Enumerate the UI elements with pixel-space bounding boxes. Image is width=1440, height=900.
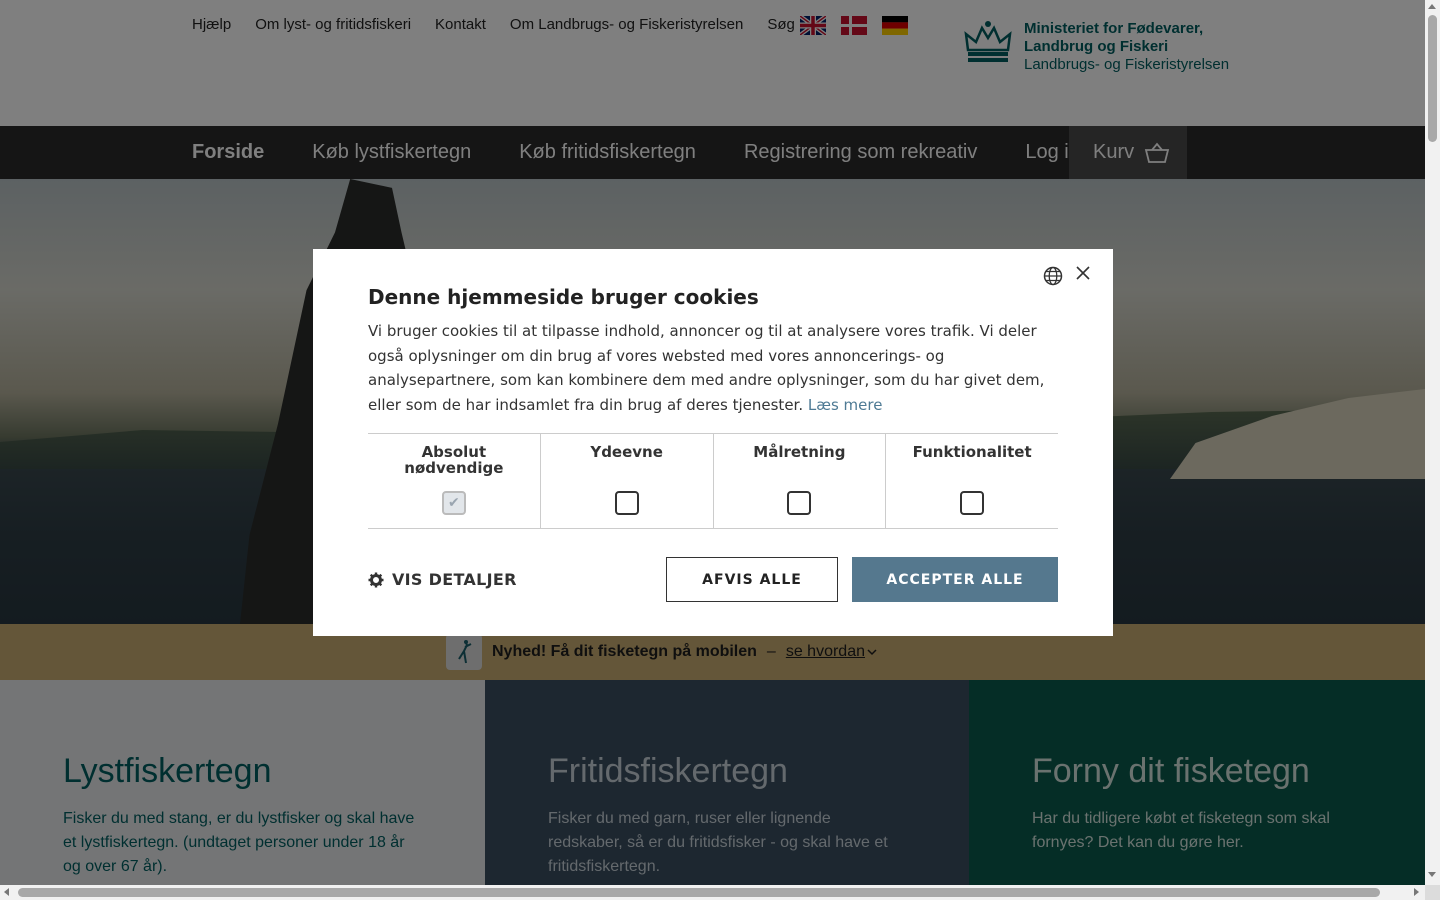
category-label: Målretning bbox=[753, 443, 846, 461]
category-necessary: Absolut nødvendige ✔ bbox=[368, 434, 540, 528]
horizontal-scrollbar[interactable] bbox=[0, 885, 1425, 900]
category-performance: Ydeevne bbox=[539, 434, 713, 528]
accept-all-button[interactable]: ACCEPTER ALLE bbox=[852, 557, 1058, 602]
vertical-scrollbar[interactable] bbox=[1425, 0, 1440, 885]
dialog-actions: VIS DETALJER AFVIS ALLE ACCEPTER ALLE bbox=[368, 557, 1058, 602]
vertical-scroll-thumb[interactable] bbox=[1428, 15, 1437, 142]
scroll-down-arrow-icon[interactable] bbox=[1428, 872, 1436, 877]
cookie-categories: Absolut nødvendige ✔ Ydeevne Målretning … bbox=[368, 433, 1058, 529]
gear-icon bbox=[368, 572, 384, 587]
targeting-checkbox[interactable] bbox=[787, 491, 812, 515]
scroll-up-arrow-icon[interactable] bbox=[1428, 4, 1436, 9]
scroll-right-arrow-icon[interactable] bbox=[1414, 888, 1419, 896]
read-more-link[interactable]: Læs mere bbox=[808, 396, 883, 414]
dialog-title: Denne hjemmeside bruger cookies bbox=[368, 285, 759, 309]
globe-icon[interactable] bbox=[1043, 266, 1063, 286]
dialog-description: Vi bruger cookies til at tilpasse indhol… bbox=[368, 319, 1058, 417]
close-icon[interactable] bbox=[1075, 265, 1091, 281]
category-targeting: Målretning bbox=[712, 434, 886, 528]
category-label: Funktionalitet bbox=[912, 443, 1032, 461]
necessary-checkbox: ✔ bbox=[441, 491, 466, 515]
horizontal-scroll-thumb[interactable] bbox=[18, 888, 1380, 897]
show-details-button[interactable]: VIS DETALJER bbox=[368, 570, 517, 589]
description-text: Vi bruger cookies til at tilpasse indhol… bbox=[368, 322, 1045, 414]
category-label: Ydeevne bbox=[590, 443, 663, 461]
category-label: Absolut nødvendige bbox=[404, 443, 504, 477]
functionality-checkbox[interactable] bbox=[960, 491, 985, 515]
reject-all-button[interactable]: AFVIS ALLE bbox=[666, 557, 838, 602]
scrollbar-corner bbox=[1425, 885, 1440, 900]
show-details-label: VIS DETALJER bbox=[392, 570, 517, 589]
category-functionality: Funktionalitet bbox=[885, 434, 1058, 528]
cookie-dialog: Denne hjemmeside bruger cookies Vi bruge… bbox=[313, 249, 1113, 636]
performance-checkbox[interactable] bbox=[614, 491, 639, 515]
scroll-left-arrow-icon[interactable] bbox=[4, 888, 9, 896]
